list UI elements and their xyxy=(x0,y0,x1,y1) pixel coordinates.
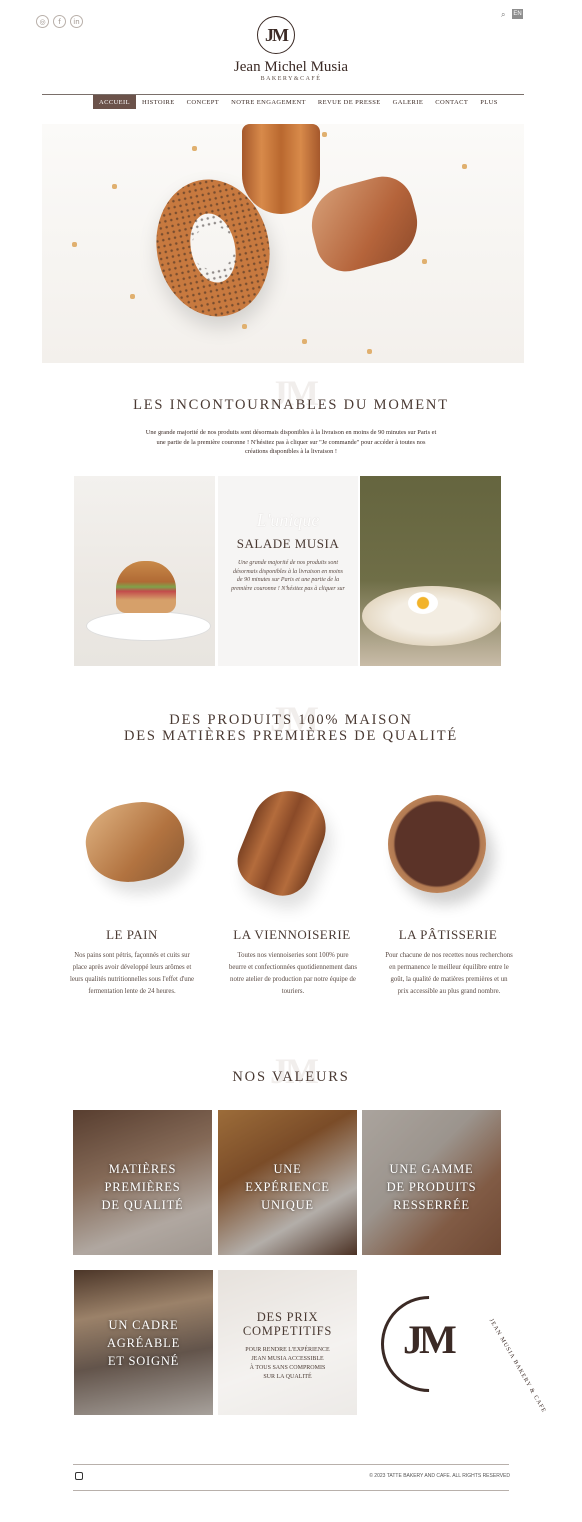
feature-text: Une grande majorité de nos produits sont… xyxy=(231,560,345,593)
value-tile-cadre[interactable]: UN CADRE AGRÉABLE ET SOIGNÉ xyxy=(74,1270,213,1415)
facebook-icon[interactable]: f xyxy=(53,15,66,28)
main-nav: ACCUEIL HISTOIRE CONCEPT NOTRE ENGAGEMEN… xyxy=(93,95,504,109)
nav-item-concept[interactable]: CONCEPT xyxy=(181,95,225,109)
logo-monogram: JM xyxy=(403,1317,457,1362)
value-line: DES PRIX xyxy=(256,1310,319,1324)
value-small-line: SUR LA QUALITÉ xyxy=(263,1374,312,1380)
section-title-produits-1: DES PRODUITS 100% MAISON xyxy=(169,712,413,728)
feature-salade-card[interactable]: L'unique SALADE MUSIA Une grande majorit… xyxy=(218,476,358,666)
value-line: UNE xyxy=(273,1162,302,1176)
value-line: UN CADRE xyxy=(108,1318,179,1332)
feature-burger-image[interactable] xyxy=(74,476,215,666)
instagram-icon[interactable]: ◎ xyxy=(36,15,49,28)
crumb xyxy=(130,294,135,299)
linkedin-icon[interactable]: in xyxy=(70,15,83,28)
feature-plate-image[interactable] xyxy=(360,476,501,666)
nav-item-plus[interactable]: PLUS xyxy=(474,95,504,109)
value-line: MATIÈRES xyxy=(108,1162,177,1176)
croissant-illustration xyxy=(242,124,320,214)
section-title-produits-2: DES MATIÈRES PREMIÈRES DE QUALITÉ xyxy=(123,728,459,744)
tile-light xyxy=(218,1270,357,1415)
copyright: © 2023 TATTE BAKERY AND CAFE. ALL RIGHTS… xyxy=(369,1473,510,1479)
value-line: COMPETITIFS xyxy=(242,1324,333,1338)
crumb xyxy=(462,164,467,169)
crumb xyxy=(192,146,197,151)
value-line: UNE GAMME xyxy=(389,1162,474,1176)
bread-image xyxy=(79,795,191,889)
crumb xyxy=(72,242,77,247)
brand-subtitle: BAKERY&CAFÉ xyxy=(260,76,322,82)
value-line: DE QUALITÉ xyxy=(101,1198,184,1212)
logo-ring-text: JEAN MUSIA BAKERY & CAFE xyxy=(487,1318,547,1415)
incontournables-intro: Une grande majorité de nos produits sont… xyxy=(145,429,437,456)
nav-item-accueil[interactable]: ACCUEIL xyxy=(93,95,136,109)
value-small-line: JEAN MUSIA ACCESSIBLE xyxy=(251,1356,324,1362)
crumb xyxy=(112,184,117,189)
value-line: AGRÉABLE xyxy=(106,1336,181,1350)
value-line: PREMIÈRES xyxy=(104,1180,181,1194)
pastry-illustration xyxy=(302,169,427,279)
value-line: EXPÉRIENCE xyxy=(245,1180,330,1194)
plate xyxy=(86,611,211,641)
brand-logo-large: JM JEAN MUSIA BAKERY & CAFE xyxy=(361,1276,547,1414)
value-tile-gamme[interactable]: UNE GAMME DE PRODUITS RESSERRÉE xyxy=(362,1110,501,1255)
crumb xyxy=(367,349,372,354)
nav-item-histoire[interactable]: HISTOIRE xyxy=(136,95,181,109)
nav-item-galerie[interactable]: GALERIE xyxy=(387,95,430,109)
crumb xyxy=(242,324,247,329)
value-tile-experience[interactable]: UNE EXPÉRIENCE UNIQUE xyxy=(218,1110,357,1255)
brand-name: Jean Michel Musia xyxy=(233,59,349,75)
section-title-incontournables: LES INCONTOURNABLES DU MOMENT xyxy=(133,397,449,413)
product-text-patisserie: Pour chacune de nos recettes nous recher… xyxy=(385,952,513,995)
product-title-pain: LE PAIN xyxy=(106,927,158,942)
nav-item-revue-de-presse[interactable]: REVUE DE PRESSE xyxy=(312,95,387,109)
crumb xyxy=(302,339,307,344)
search-icon[interactable]: ⌕ xyxy=(501,10,505,20)
value-line: UNIQUE xyxy=(261,1198,314,1212)
product-text-pain: Nos pains sont pétris, façonnés et cuits… xyxy=(69,952,195,995)
value-small-line: À TOUS SANS COMPROMIS xyxy=(249,1365,326,1371)
instagram-icon[interactable] xyxy=(75,1472,83,1480)
logo[interactable]: JM xyxy=(257,16,295,54)
burger xyxy=(116,561,176,613)
nav-item-engagement[interactable]: NOTRE ENGAGEMENT xyxy=(225,95,312,109)
value-line: DE PRODUITS xyxy=(386,1180,477,1194)
feature-title: SALADE MUSIA xyxy=(236,536,340,551)
value-tile-matieres[interactable]: MATIÈRES PREMIÈRES DE QUALITÉ xyxy=(73,1110,212,1255)
egg xyxy=(408,592,438,614)
tart-image xyxy=(388,795,486,893)
croissant-image xyxy=(229,779,337,905)
social-links: ◎ f in xyxy=(36,15,83,28)
value-tile-prix[interactable]: DES PRIX COMPETITIFS POUR RENDRE L'EXPÉR… xyxy=(218,1270,357,1415)
product-title-viennoiserie: LA VIENNOISERIE xyxy=(233,927,351,942)
value-small-line: POUR RENDRE L'EXPÉRIENCE xyxy=(245,1347,330,1353)
language-switch[interactable]: EN xyxy=(512,9,523,19)
section-title-valeurs: NOS VALEURS xyxy=(232,1069,350,1085)
value-line: RESSERRÉE xyxy=(393,1198,470,1212)
hero-image xyxy=(42,124,524,363)
logo-monogram: JM xyxy=(265,24,289,45)
product-title-patisserie: LA PÂTISSERIE xyxy=(398,927,498,942)
footer-divider-bottom xyxy=(73,1490,509,1491)
product-text-viennoiserie: Toutes nos viennoiseries sont 100% pure … xyxy=(229,952,357,995)
footer-divider-top xyxy=(73,1464,509,1465)
value-line: ET SOIGNÉ xyxy=(107,1354,180,1368)
crumb xyxy=(422,259,427,264)
crumb xyxy=(322,132,327,137)
nav-item-contact[interactable]: CONTACT xyxy=(429,95,474,109)
feature-script: L'unique xyxy=(256,510,320,530)
